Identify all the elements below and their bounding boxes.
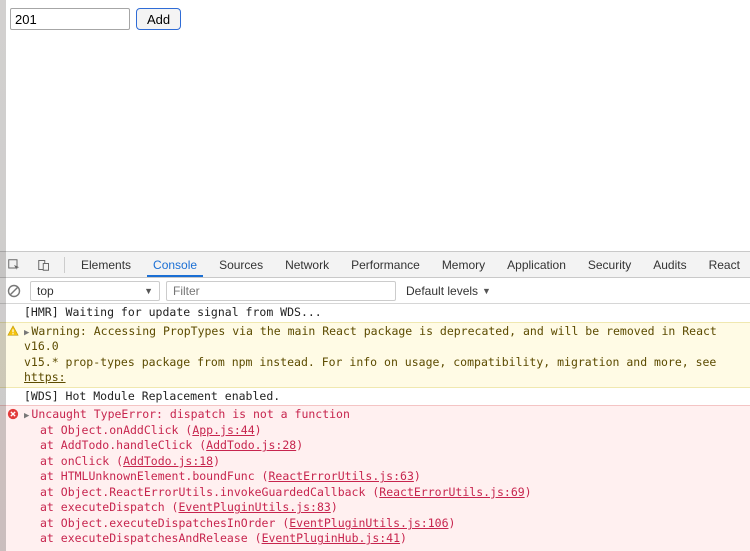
source-link[interactable]: EventPluginHub.js:41	[262, 531, 400, 545]
log-text: [WDS] Hot Module Replacement enabled.	[24, 389, 750, 405]
app-viewport: Add	[0, 0, 750, 251]
tab-memory[interactable]: Memory	[436, 253, 491, 276]
stack-frame: at Object.onAddClick (App.js:44)	[24, 423, 744, 439]
device-toggle-icon[interactable]	[34, 255, 54, 275]
error-message: Uncaught TypeError: dispatch is not a fu…	[31, 407, 350, 421]
log-error: ▶Uncaught TypeError: dispatch is not a f…	[0, 405, 750, 551]
stack-frame: at HTMLUnknownElement.boundFunc (ReactEr…	[24, 469, 744, 485]
log-warning: ▶Warning: Accessing PropTypes via the ma…	[0, 322, 750, 388]
stack-frame: at executeDispatchesAndRelease (EventPlu…	[24, 531, 744, 547]
tab-network[interactable]: Network	[279, 253, 335, 276]
tab-application[interactable]: Application	[501, 253, 572, 276]
tab-performance[interactable]: Performance	[345, 253, 426, 276]
context-select-value: top	[37, 284, 54, 298]
devtools-panel: Elements Console Sources Network Perform…	[0, 251, 750, 551]
log-link[interactable]: https:	[24, 370, 66, 384]
add-todo-form: Add	[10, 8, 740, 30]
stack-frame: at AddTodo.handleClick (AddTodo.js:28)	[24, 438, 744, 454]
source-link[interactable]: ReactErrorUtils.js:69	[379, 485, 524, 499]
clear-console-icon[interactable]	[4, 281, 24, 301]
tab-sources[interactable]: Sources	[213, 253, 269, 276]
source-link[interactable]: AddTodo.js:18	[123, 454, 213, 468]
source-link[interactable]: ReactErrorUtils.js:63	[268, 469, 413, 483]
inspect-icon[interactable]	[4, 255, 24, 275]
levels-select[interactable]: Default levels ▼	[406, 284, 491, 298]
source-link[interactable]: App.js:44	[192, 423, 254, 437]
console-filterbar: top ▼ Default levels ▼	[0, 278, 750, 304]
tab-audits[interactable]: Audits	[647, 253, 692, 276]
source-link[interactable]: AddTodo.js:28	[206, 438, 296, 452]
filter-input[interactable]	[166, 281, 396, 301]
stack-frame: at Object.executeDispatchesInOrder (Even…	[24, 516, 744, 532]
devtools-tabbar: Elements Console Sources Network Perform…	[0, 252, 750, 278]
stack-frame: at executeDispatch (EventPluginUtils.js:…	[24, 500, 744, 516]
stack-frame: at Object.ReactErrorUtils.invokeGuardedC…	[24, 485, 744, 501]
log-info: [WDS] Hot Module Replacement enabled.	[0, 388, 750, 406]
tab-security[interactable]: Security	[582, 253, 637, 276]
chevron-down-icon: ▼	[144, 286, 153, 296]
add-button[interactable]: Add	[136, 8, 181, 30]
todo-input[interactable]	[10, 8, 130, 30]
log-text: Warning: Accessing PropTypes via the mai…	[24, 324, 717, 354]
source-link[interactable]: EventPluginUtils.js:106	[289, 516, 448, 530]
log-text: [HMR] Waiting for update signal from WDS…	[24, 305, 750, 321]
source-link[interactable]: EventPluginUtils.js:83	[178, 500, 330, 514]
tab-console[interactable]: Console	[147, 253, 203, 277]
context-select[interactable]: top ▼	[30, 281, 160, 301]
tab-elements[interactable]: Elements	[75, 253, 137, 276]
tab-react[interactable]: React	[703, 253, 746, 276]
console-output: [HMR] Waiting for update signal from WDS…	[0, 304, 750, 551]
chevron-down-icon: ▼	[482, 286, 491, 296]
levels-select-label: Default levels	[406, 284, 478, 298]
stack-frame: at onClick (AddTodo.js:18)	[24, 454, 744, 470]
log-text: v15.* prop-types package from npm instea…	[24, 355, 716, 369]
log-info: [HMR] Waiting for update signal from WDS…	[0, 304, 750, 322]
